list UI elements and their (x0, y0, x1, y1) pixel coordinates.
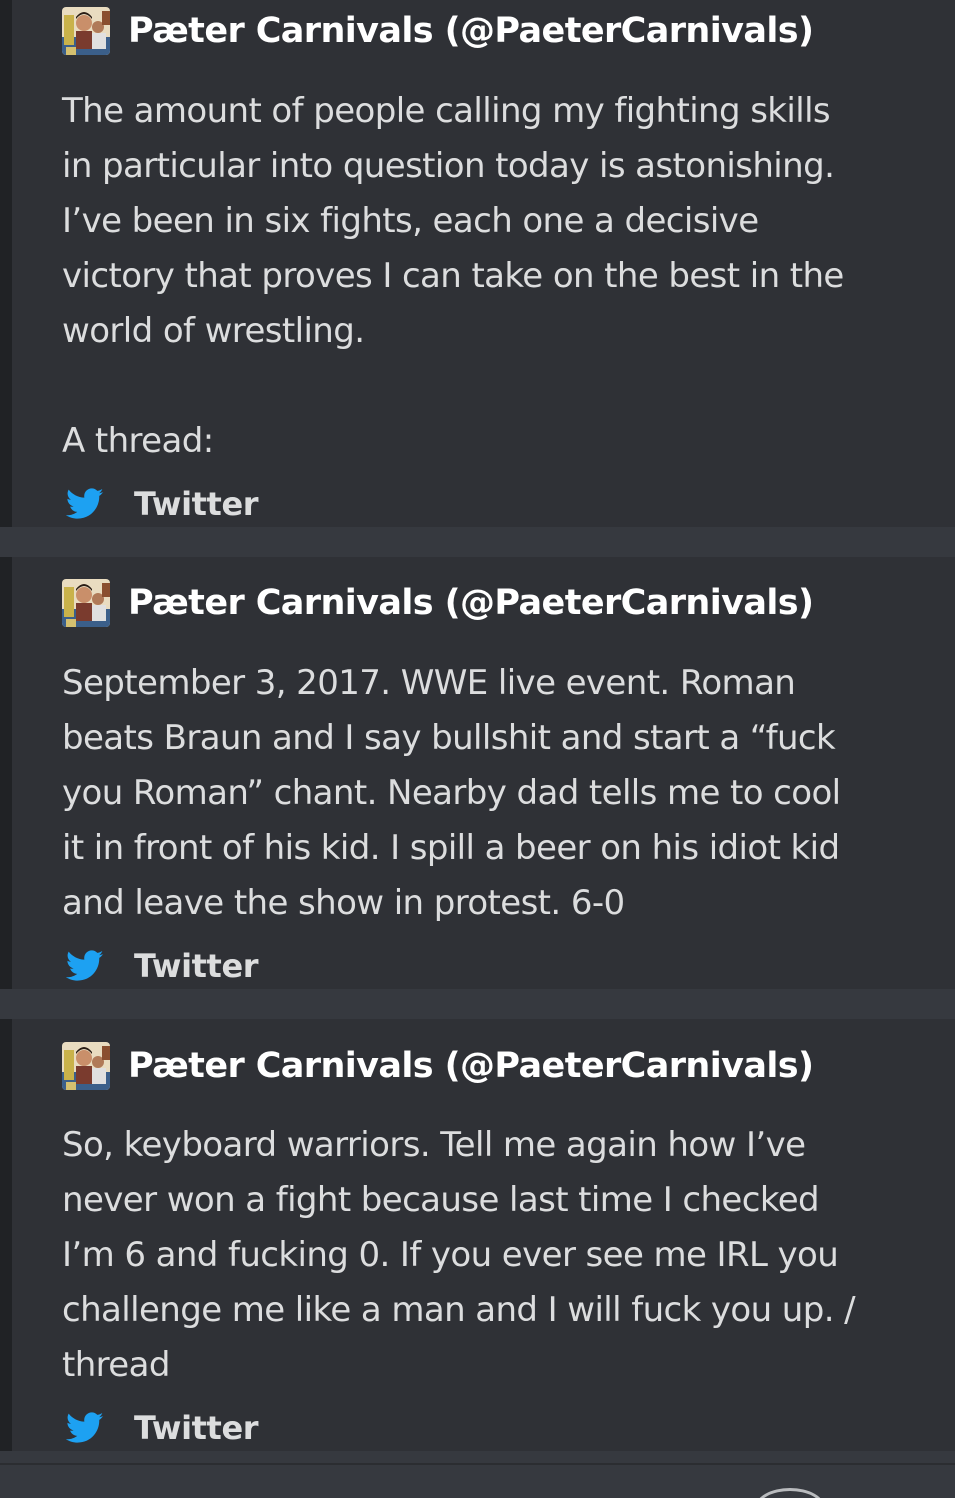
embed-author[interactable]: Pæter Carnivals (@PaeterCarnivals) (62, 5, 814, 57)
embed-accent-bar (0, 0, 12, 527)
embed-footer: Twitter (66, 1408, 259, 1448)
embed-footer: Twitter (66, 484, 259, 524)
message-divider (0, 1463, 955, 1465)
embed-author[interactable]: Pæter Carnivals (@PaeterCarnivals) (62, 1040, 814, 1092)
tweet-embed: Pæter Carnivals (@PaeterCarnivals) The a… (0, 0, 955, 527)
tweet-text: The amount of people calling my fighting… (62, 91, 844, 461)
tweet-embed: Pæter Carnivals (@PaeterCarnivals) So, k… (0, 1019, 955, 1451)
embed-footer: Twitter (66, 946, 259, 986)
user-avatar-icon[interactable] (62, 7, 110, 55)
twitter-bird-icon (66, 488, 104, 520)
user-avatar-icon[interactable] (62, 579, 110, 627)
tweet-embed: Pæter Carnivals (@PaeterCarnivals) Septe… (0, 557, 955, 989)
twitter-bird-icon (66, 950, 104, 982)
twitter-bird-icon (66, 1412, 104, 1444)
author-name[interactable]: Pæter Carnivals (@PaeterCarnivals) (128, 583, 814, 623)
tweet-text: September 3, 2017. WWE live event. Roman… (62, 663, 841, 923)
author-name[interactable]: Pæter Carnivals (@PaeterCarnivals) (128, 1046, 814, 1086)
author-name[interactable]: Pæter Carnivals (@PaeterCarnivals) (128, 11, 814, 51)
footer-label: Twitter (134, 947, 259, 985)
embed-author[interactable]: Pæter Carnivals (@PaeterCarnivals) (62, 577, 814, 629)
footer-label: Twitter (134, 485, 259, 523)
tweet-text: So, keyboard warriors. Tell me again how… (62, 1125, 856, 1385)
footer-label: Twitter (134, 1409, 259, 1447)
embed-accent-bar (0, 1019, 12, 1451)
partial-button-icon[interactable] (755, 1488, 825, 1498)
embed-accent-bar (0, 557, 12, 989)
user-avatar-icon[interactable] (62, 1042, 110, 1090)
